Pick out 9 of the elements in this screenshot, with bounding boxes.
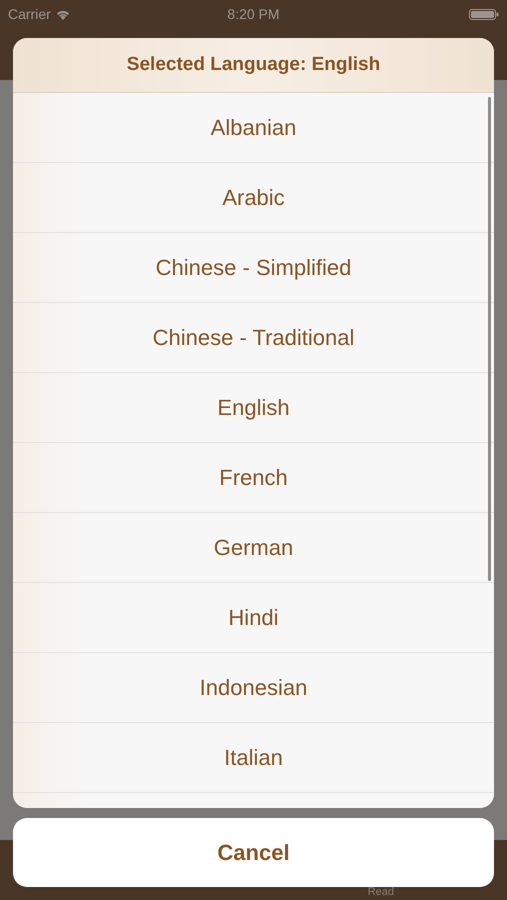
sheet-title: Selected Language: English bbox=[13, 38, 494, 93]
wifi-icon bbox=[56, 8, 70, 20]
language-option[interactable]: Italian bbox=[13, 723, 494, 793]
language-option[interactable]: Indonesian bbox=[13, 653, 494, 723]
cancel-button[interactable]: Cancel bbox=[13, 818, 494, 887]
time-label: 8:20 PM bbox=[227, 6, 280, 22]
language-option[interactable]: Hindi bbox=[13, 583, 494, 653]
carrier-label: Carrier bbox=[8, 6, 51, 22]
battery-icon bbox=[468, 8, 499, 20]
